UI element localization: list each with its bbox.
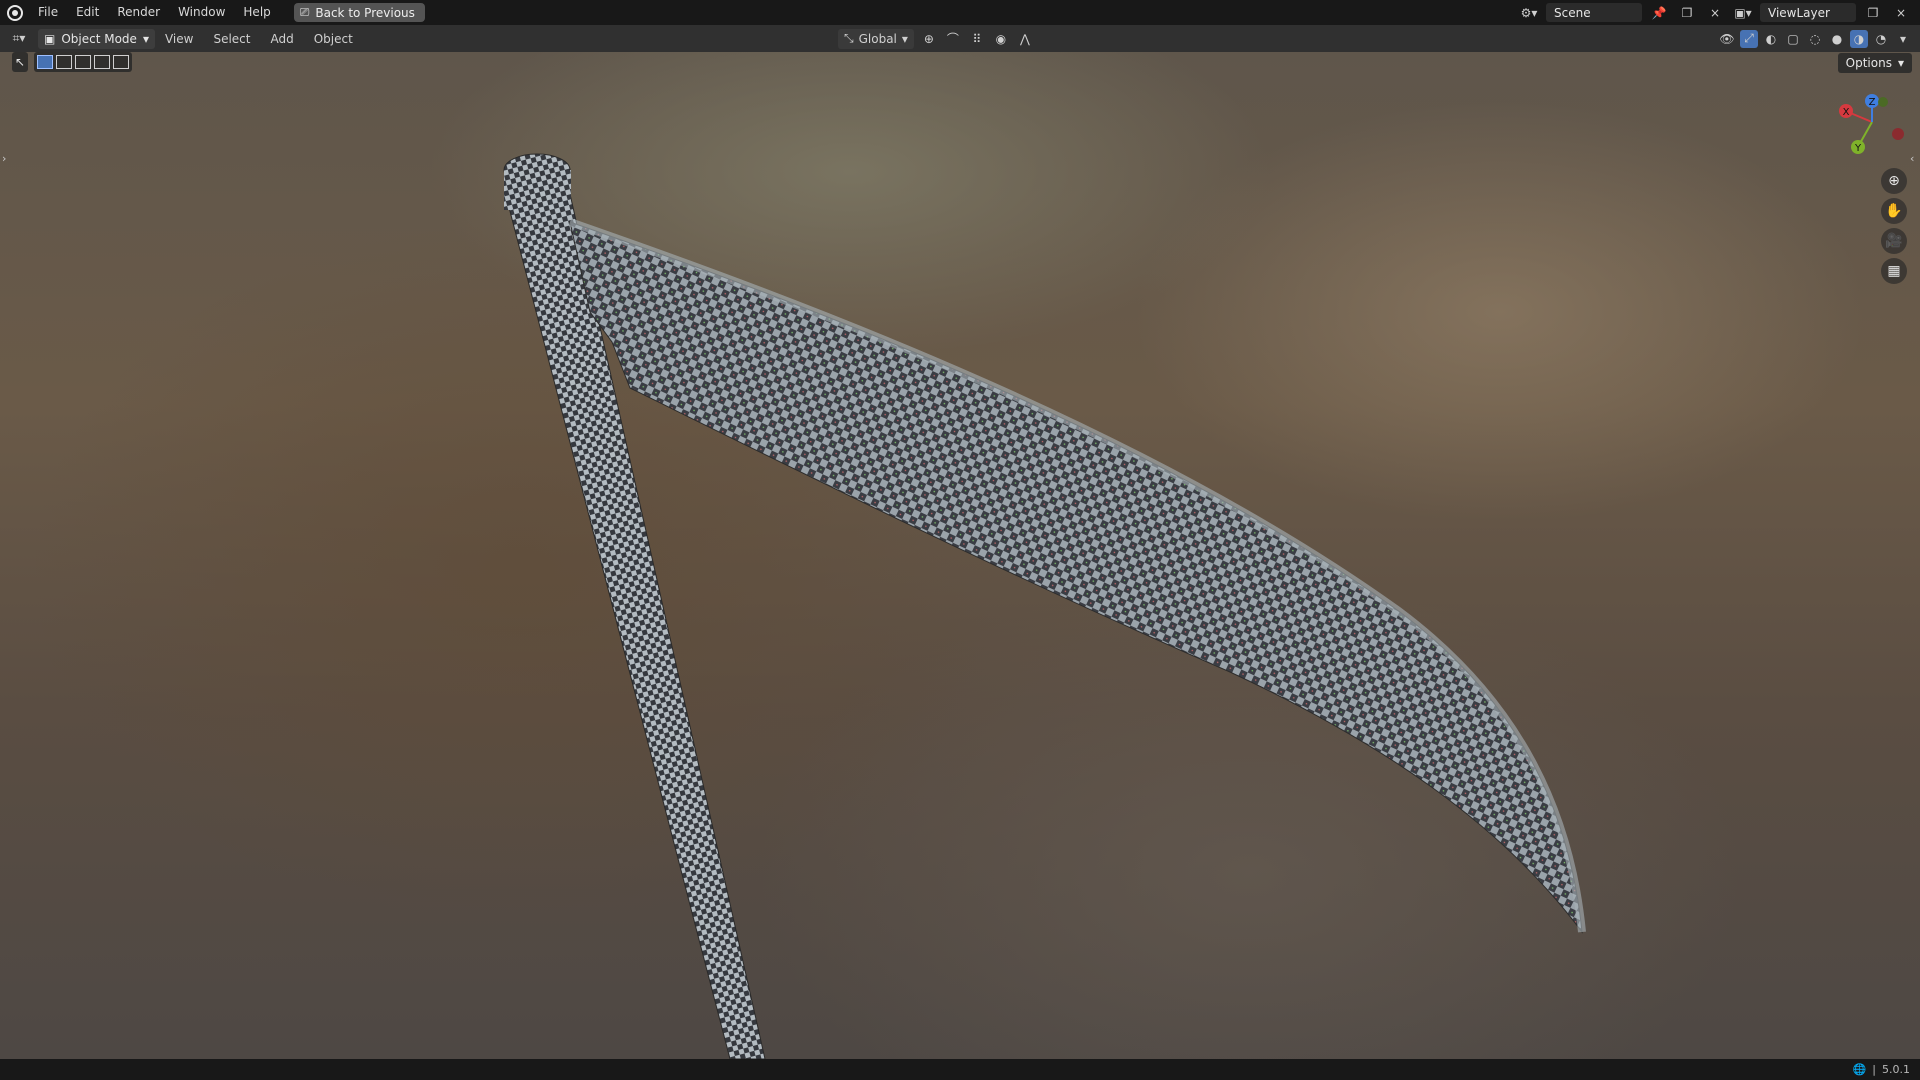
overlay-toggle-icon[interactable]: ◐	[1762, 30, 1780, 48]
back-to-previous-label: Back to Previous	[315, 5, 415, 20]
transform-orientation-select[interactable]: ⤡ Global ▾	[838, 28, 914, 49]
menu-view[interactable]: View	[155, 32, 203, 46]
viewport-scene	[503, 153, 1586, 1059]
menu-object[interactable]: Object	[304, 32, 363, 46]
visibility-icon[interactable]: 👁	[1718, 30, 1736, 48]
view-layer-icon[interactable]: ▣▾	[1732, 3, 1754, 22]
new-scene-icon[interactable]: ❐	[1676, 3, 1698, 22]
pole-top-cylinder[interactable]	[504, 170, 571, 210]
blender-logo-icon[interactable]	[7, 4, 23, 21]
menu-help[interactable]: Help	[234, 0, 279, 25]
options-dropdown[interactable]: Options ▾	[1837, 53, 1912, 73]
solid-shading-icon[interactable]: ●	[1828, 30, 1846, 48]
pin-scene-icon[interactable]: 📌	[1648, 3, 1670, 22]
chevron-down-icon: ▾	[142, 31, 149, 46]
snap-target-icon[interactable]: ⠿	[968, 30, 986, 48]
options-label: Options	[1845, 56, 1892, 70]
select-subtract-icon[interactable]	[75, 55, 92, 69]
chevron-down-icon: ▾	[1897, 56, 1904, 70]
back-to-previous-button[interactable]: ⎚ Back to Previous	[293, 3, 425, 22]
snap-toggle-icon[interactable]: ⌒	[944, 30, 962, 48]
pivot-point-icon[interactable]: ⊕	[920, 30, 938, 48]
new-view-layer-icon[interactable]: ❐	[1862, 3, 1884, 22]
status-bar: 🌐 | 5.0.1	[0, 1059, 1920, 1080]
viewport-tool-row: ↖	[12, 52, 133, 72]
transform-tools: ⤡ Global ▾ ⊕ ⌒ ⠿ ◉ ⋀	[838, 28, 1034, 49]
material-shading-icon[interactable]: ◑	[1850, 29, 1868, 48]
select-new-icon[interactable]	[37, 55, 54, 69]
scene-name-field[interactable]: Scene	[1546, 3, 1642, 22]
wireframe-shading-icon[interactable]: ◌	[1806, 30, 1824, 48]
view-layer-field[interactable]: ViewLayer	[1760, 3, 1856, 22]
separator: |	[1872, 1063, 1876, 1076]
editor-type-icon[interactable]: ⌗▾	[10, 30, 28, 48]
menu-window[interactable]: Window	[169, 0, 234, 25]
object-mode-icon: ▣	[44, 31, 56, 46]
navigation-gizmo[interactable]: X Y Z	[1828, 94, 1908, 164]
right-panel-toggle-icon[interactable]: ‹	[1910, 152, 1918, 168]
menu-render[interactable]: Render	[108, 0, 169, 25]
viewport-shading-tools: 👁 ⤢ ◐ ▢ ◌ ● ◑ ◔ ▾	[1718, 28, 1912, 49]
flag-cloth[interactable]	[569, 221, 1583, 934]
select-intersect-icon[interactable]	[113, 55, 130, 69]
select-extend-icon[interactable]	[56, 55, 73, 69]
viewport-header: ⌗▾ ▣ Object Mode ▾ View Select Add Objec…	[0, 25, 1920, 52]
mode-label: Object Mode	[61, 31, 137, 46]
back-icon: ⎚	[299, 5, 310, 19]
left-panel-toggle-icon[interactable]: ›	[2, 152, 10, 168]
pan-hand-icon[interactable]: ✋	[1881, 198, 1907, 224]
menu-file[interactable]: File	[29, 0, 67, 25]
close-scene-icon[interactable]: ×	[1704, 3, 1726, 22]
menu-edit[interactable]: Edit	[67, 0, 108, 25]
orientation-label: Global	[858, 31, 897, 46]
globe-icon: 🌐	[1852, 1063, 1867, 1076]
camera-view-icon[interactable]: 🎥	[1881, 228, 1907, 254]
mode-select[interactable]: ▣ Object Mode ▾	[38, 28, 155, 49]
scene-name: Scene	[1554, 5, 1591, 20]
gizmo-neg-y-axis[interactable]	[1878, 97, 1888, 107]
orientation-icon: ⤡	[844, 31, 854, 45]
chevron-down-icon: ▾	[901, 31, 908, 46]
proportional-edit-icon[interactable]: ◉	[992, 30, 1010, 48]
rendered-shading-icon[interactable]: ◔	[1872, 30, 1890, 48]
select-invert-icon[interactable]	[94, 55, 111, 69]
perspective-toggle-icon[interactable]: ▦	[1881, 258, 1907, 284]
gizmo-toggle-icon[interactable]: ⤢	[1740, 29, 1758, 48]
gizmo-z-label: Z	[1869, 97, 1876, 108]
xray-toggle-icon[interactable]: ▢	[1784, 30, 1802, 48]
menu-select[interactable]: Select	[203, 32, 260, 46]
3d-viewport[interactable]: › ‹ X Y Z ⊕ ✋ 🎥 ▦	[0, 52, 1920, 1059]
gizmo-y-label: Y	[1854, 143, 1862, 154]
shading-options-chevron-icon[interactable]: ▾	[1894, 30, 1912, 48]
zoom-icon[interactable]: ⊕	[1881, 168, 1907, 194]
close-view-layer-icon[interactable]: ×	[1890, 3, 1912, 22]
gizmo-x-label: X	[1843, 107, 1850, 118]
top-bar: File Edit Render Window Help ⎚ Back to P…	[0, 0, 1920, 25]
scene-type-icon[interactable]: ⚙▾	[1518, 3, 1540, 22]
gizmo-neg-x-axis[interactable]	[1892, 128, 1904, 140]
view-layer-name: ViewLayer	[1768, 5, 1830, 20]
falloff-icon[interactable]: ⋀	[1016, 30, 1034, 48]
selection-mode-group	[34, 52, 133, 72]
scene-controls: ⚙▾ Scene 📌 ❐ × ▣▾ ViewLayer ❐ ×	[1518, 0, 1920, 25]
version-label: 5.0.1	[1882, 1063, 1910, 1076]
cursor-arrow-icon: ↖	[15, 55, 26, 69]
menu-add[interactable]: Add	[260, 32, 303, 46]
tool-select-box[interactable]: ↖	[12, 52, 29, 72]
